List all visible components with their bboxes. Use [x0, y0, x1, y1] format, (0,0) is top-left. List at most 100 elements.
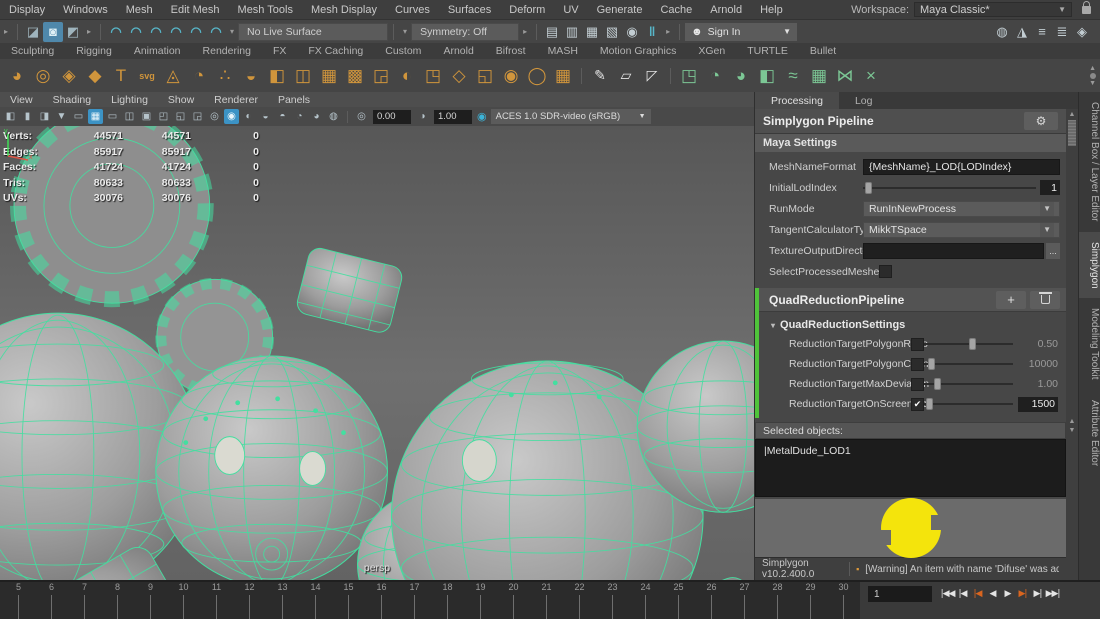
character-controls-icon[interactable]: ◮: [1012, 22, 1032, 42]
shelf-tab[interactable]: Bifrost: [485, 45, 537, 57]
list-item[interactable]: |MetalDude_LOD1: [764, 445, 1057, 457]
shadows-icon[interactable]: ◓: [275, 109, 290, 124]
grid-icon[interactable]: ▦: [88, 109, 103, 124]
timeline-tick[interactable]: 6: [35, 582, 68, 619]
uv-editor-icon[interactable]: ▦: [806, 62, 832, 90]
use-all-lights-icon[interactable]: ◒: [258, 109, 273, 124]
circularize-icon[interactable]: ◯: [524, 62, 550, 90]
uv-delete-icon[interactable]: ×: [858, 62, 884, 90]
warning-message[interactable]: [Warning] An item with name 'Difuse' was…: [865, 564, 1059, 575]
polygon-ratio-slider[interactable]: [924, 337, 1013, 351]
workspace-select[interactable]: Maya Classic* ▼: [914, 2, 1072, 17]
viewport-menu-item[interactable]: View: [0, 94, 43, 106]
menu-item[interactable]: Surfaces: [439, 4, 500, 16]
bookmark-icon[interactable]: ▼: [54, 109, 69, 124]
svg-tool-icon[interactable]: svg: [134, 62, 160, 90]
add-pipeline-button[interactable]: +: [996, 290, 1026, 309]
menu-item[interactable]: Mesh Display: [302, 4, 386, 16]
step-back-frame-button[interactable]: |◀: [955, 586, 970, 602]
timeline-tick[interactable]: 14: [299, 582, 332, 619]
on-screen-size-checkbox[interactable]: ✔: [911, 397, 924, 411]
menu-item[interactable]: UV: [554, 4, 587, 16]
timeline-tick[interactable]: 30: [827, 582, 860, 619]
smooth-shade-icon[interactable]: ◉: [224, 109, 239, 124]
go-to-end-button[interactable]: ▶▶|: [1045, 586, 1061, 602]
mirror-icon[interactable]: ◐: [394, 62, 420, 90]
browse-button[interactable]: ...: [1046, 242, 1060, 259]
lock-camera-icon[interactable]: ▮: [20, 109, 35, 124]
extrude-icon[interactable]: ◳: [420, 62, 446, 90]
ipr-render-icon[interactable]: ▦: [582, 22, 602, 42]
run-mode-dropdown[interactable]: RunInNewProcess ▼: [863, 200, 1060, 217]
go-to-start-button[interactable]: |◀◀: [940, 586, 956, 602]
wedge-icon[interactable]: ◉: [498, 62, 524, 90]
scroll-up-icon[interactable]: ▲: [1089, 65, 1096, 72]
wireframe-icon[interactable]: ◎: [207, 109, 222, 124]
timeline-tick[interactable]: 19: [464, 582, 497, 619]
color-management-icon[interactable]: ◉: [477, 110, 487, 123]
shelf-tab[interactable]: Motion Graphics: [589, 45, 687, 57]
poly-torus-icon[interactable]: ◎: [30, 62, 56, 90]
shelf-tab[interactable]: Rigging: [65, 45, 123, 57]
timeline-tick[interactable]: 18: [431, 582, 464, 619]
pause-icon[interactable]: ‖: [642, 22, 662, 42]
viewport-canvas[interactable]: Verts: 44571 44571 0 Edges: 85917 85917 …: [0, 126, 754, 580]
play-forwards-button[interactable]: ▶: [1000, 586, 1015, 602]
shelf-tab[interactable]: Bullet: [799, 45, 847, 57]
shelf-tab[interactable]: Animation: [123, 45, 192, 57]
render-settings-icon[interactable]: ▧: [602, 22, 622, 42]
workspace-lock-icon[interactable]: [1082, 0, 1091, 14]
snap-to-view-plane-icon[interactable]: ◠: [186, 22, 206, 42]
textured-icon[interactable]: ◐: [241, 109, 256, 124]
poly-type-icon[interactable]: T: [108, 62, 134, 90]
texture-output-field[interactable]: [863, 242, 1044, 259]
current-frame-field[interactable]: 1: [868, 586, 932, 602]
previous-key-button[interactable]: |◀: [970, 586, 985, 602]
timeline-tick[interactable]: 17: [398, 582, 431, 619]
viewport-menu-item[interactable]: Panels: [268, 94, 320, 106]
uv-cylindrical-projection-icon[interactable]: ◕: [728, 62, 754, 90]
menu-item[interactable]: Deform: [500, 4, 554, 16]
play-backwards-button[interactable]: ◀: [985, 586, 1000, 602]
timeline-tick[interactable]: 9: [134, 582, 167, 619]
scroll-down-icon[interactable]: ▼: [1089, 80, 1096, 87]
render-current-frame-icon[interactable]: ▥: [562, 22, 582, 42]
uv-camera-projection-icon[interactable]: ◧: [754, 62, 780, 90]
scrollbar-thumb[interactable]: [1068, 120, 1076, 146]
polygon-count-slider[interactable]: [924, 357, 1013, 371]
boolean-difference-icon[interactable]: ◫: [290, 62, 316, 90]
attribute-editor-toggle-icon[interactable]: ≣: [1052, 22, 1072, 42]
motion-blur-icon[interactable]: ◕: [309, 109, 324, 124]
step-forward-frame-button[interactable]: ▶|: [1030, 586, 1045, 602]
timeline-tick[interactable]: 10: [167, 582, 200, 619]
settings-button[interactable]: ⚙: [1024, 112, 1058, 130]
timeline-tick[interactable]: 28: [761, 582, 794, 619]
collapse-arrow-icon[interactable]: ▸: [83, 27, 95, 36]
timeline-tick[interactable]: 15: [332, 582, 365, 619]
tangent-calculator-dropdown[interactable]: MikkTSpace ▼: [863, 221, 1060, 238]
select-by-object-icon[interactable]: ◙: [43, 21, 64, 42]
step-icon[interactable]: ▸: [662, 27, 674, 36]
panel-scrollbar[interactable]: ▲ ▲ ▼: [1066, 109, 1078, 580]
max-deviation-value[interactable]: 1.00: [1018, 378, 1058, 390]
image-plane-icon[interactable]: ▭: [71, 109, 86, 124]
subdivide-icon[interactable]: ▩: [342, 62, 368, 90]
snap-to-curve-icon[interactable]: ◠: [126, 22, 146, 42]
timeline-ruler[interactable]: 5 6 7 8 9 10 11 12 13 14 15 16 17 18 19 …: [0, 582, 860, 619]
timeline-tick[interactable]: 22: [563, 582, 596, 619]
quad-settings-header[interactable]: ▾ QuadReductionSettings: [759, 316, 1066, 334]
uv-cut-sew-icon[interactable]: ⋈: [832, 62, 858, 90]
tab-attribute-editor[interactable]: Attribute Editor: [1079, 390, 1100, 476]
shelf-tab[interactable]: Arnold: [432, 45, 484, 57]
tab-modeling-toolkit[interactable]: Modeling Toolkit: [1079, 298, 1100, 390]
tab-simplygon[interactable]: Simplygon: [1079, 231, 1100, 299]
snap-align-icon[interactable]: ∴: [212, 62, 238, 90]
timeline-tick[interactable]: 24: [629, 582, 662, 619]
snap-to-projected-center-icon[interactable]: ◠: [166, 22, 186, 42]
curve-graph-icon[interactable]: ◍: [992, 22, 1012, 42]
launch-render-globals-icon[interactable]: ◉: [622, 22, 642, 42]
menu-item[interactable]: Mesh: [117, 4, 162, 16]
shelf-scrollbar[interactable]: ▲ ▼: [1089, 65, 1100, 87]
timeline-tick[interactable]: 11: [200, 582, 233, 619]
initial-lod-index-slider[interactable]: [863, 181, 1036, 195]
